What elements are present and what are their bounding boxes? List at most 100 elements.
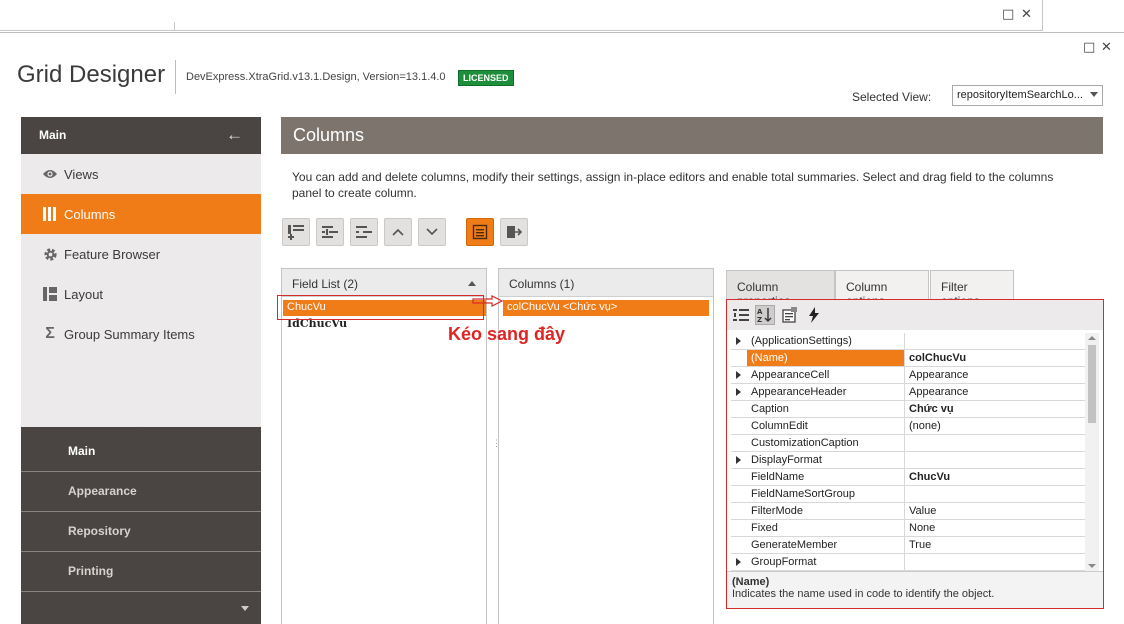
property-name[interactable]: GenerateMember: [747, 537, 905, 553]
property-row[interactable]: FilterMode Value: [731, 503, 1085, 520]
field-list-panel: Field List (2) ChucVu IdChucVu: [281, 268, 487, 624]
property-row[interactable]: DisplayFormat: [731, 452, 1085, 469]
scroll-down-icon[interactable]: [1088, 564, 1096, 568]
svg-text:A: A: [757, 308, 763, 316]
property-value[interactable]: [905, 554, 1085, 570]
categorized-button[interactable]: [731, 305, 751, 325]
property-value[interactable]: [905, 486, 1085, 502]
scroll-thumb[interactable]: [1088, 345, 1096, 423]
chevron-down-icon: [1090, 92, 1098, 97]
property-value[interactable]: (none): [905, 418, 1085, 434]
field-list-title: Field List (2): [292, 277, 359, 291]
row-gutter: [731, 469, 747, 485]
property-value[interactable]: [905, 435, 1085, 451]
add-column-icon: [288, 225, 304, 240]
property-scrollbar[interactable]: [1085, 333, 1099, 571]
property-value[interactable]: colChucVu: [905, 350, 1085, 366]
nav-item-layout[interactable]: Layout: [21, 274, 261, 314]
property-value[interactable]: Value: [905, 503, 1085, 519]
property-row[interactable]: Caption Chức vụ: [731, 401, 1085, 418]
app-title: Grid Designer: [17, 61, 166, 88]
events-button[interactable]: [804, 305, 824, 325]
scroll-up-icon[interactable]: [1088, 336, 1096, 340]
nav-item-group-summary-items[interactable]: Σ Group Summary Items: [21, 314, 261, 354]
property-name[interactable]: (ApplicationSettings): [747, 333, 905, 349]
property-row[interactable]: Fixed None: [731, 520, 1085, 537]
selected-view-combo[interactable]: repositoryItemSearchLo...: [952, 85, 1103, 106]
property-name[interactable]: FieldNameSortGroup: [747, 486, 905, 502]
arrow-left-icon[interactable]: ←: [226, 125, 243, 145]
property-value[interactable]: ChucVu: [905, 469, 1085, 485]
nav-group-repository[interactable]: Repository: [21, 512, 261, 552]
bg-restore-icon[interactable]: □: [1002, 7, 1014, 22]
columns-icon: [41, 206, 59, 222]
tab-filter-options[interactable]: Filter options: [930, 270, 1014, 308]
property-row[interactable]: AppearanceCell Appearance: [731, 367, 1085, 384]
move-down-button[interactable]: [418, 218, 446, 246]
nav-more[interactable]: [21, 592, 261, 624]
property-row[interactable]: (Name) colChucVu: [731, 350, 1085, 367]
property-name[interactable]: AppearanceHeader: [747, 384, 905, 400]
row-gutter: [731, 503, 747, 519]
property-name[interactable]: ColumnEdit: [747, 418, 905, 434]
nav-item-columns[interactable]: Columns: [21, 194, 261, 234]
property-value[interactable]: None: [905, 520, 1085, 536]
nav-group-appearance[interactable]: Appearance: [21, 472, 261, 512]
columns-panel: Columns (1) colChucVu <Chức vụ>: [498, 268, 714, 624]
property-name[interactable]: AppearanceCell: [747, 367, 905, 383]
property-value[interactable]: Appearance: [905, 384, 1085, 400]
property-value[interactable]: [905, 452, 1085, 468]
field-list-header[interactable]: Field List (2): [282, 269, 486, 297]
expand-icon[interactable]: [731, 384, 747, 400]
show-field-list-button[interactable]: [466, 218, 494, 246]
property-row[interactable]: FieldName ChucVu: [731, 469, 1085, 486]
row-gutter: [731, 435, 747, 451]
retrieve-fields-button[interactable]: [500, 218, 528, 246]
property-name[interactable]: Fixed: [747, 520, 905, 536]
assembly-version: DevExpress.XtraGrid.v13.1.Design, Versio…: [186, 71, 446, 83]
nav-item-views[interactable]: Views: [21, 154, 261, 194]
background-window: □ ✕: [0, 0, 1043, 31]
property-value[interactable]: [905, 333, 1085, 349]
chevron-right-icon: [736, 558, 741, 566]
property-name[interactable]: (Name): [747, 350, 905, 366]
panel-splitter[interactable]: ⋮: [492, 439, 501, 448]
expand-icon[interactable]: [731, 367, 747, 383]
property-name[interactable]: FilterMode: [747, 503, 905, 519]
property-value[interactable]: True: [905, 537, 1085, 553]
chevron-right-icon: [736, 371, 741, 379]
expand-icon[interactable]: [731, 333, 747, 349]
properties-button[interactable]: [780, 305, 800, 325]
expand-icon[interactable]: [731, 554, 747, 570]
property-name[interactable]: DisplayFormat: [747, 452, 905, 468]
move-up-button[interactable]: [384, 218, 412, 246]
property-row[interactable]: FieldNameSortGroup: [731, 486, 1085, 503]
remove-column-button[interactable]: [350, 218, 378, 246]
property-name[interactable]: CustomizationCaption: [747, 435, 905, 451]
property-value[interactable]: Chức vụ: [905, 401, 1085, 417]
property-value[interactable]: Appearance: [905, 367, 1085, 383]
nav-item-feature-browser[interactable]: Feature Browser: [21, 234, 261, 274]
property-row[interactable]: GroupFormat: [731, 554, 1085, 571]
chevron-up-icon: [392, 228, 404, 236]
property-name[interactable]: GroupFormat: [747, 554, 905, 570]
property-row[interactable]: CustomizationCaption: [731, 435, 1085, 452]
alphabetical-button[interactable]: AZ: [755, 305, 775, 325]
column-item-colchucvu[interactable]: colChucVu <Chức vụ>: [503, 300, 709, 316]
expand-icon[interactable]: [731, 452, 747, 468]
property-row[interactable]: ColumnEdit (none): [731, 418, 1085, 435]
tab-column-options[interactable]: Column options: [835, 270, 929, 308]
property-name[interactable]: Caption: [747, 401, 905, 417]
restore-icon[interactable]: □: [1083, 40, 1095, 55]
nav-group-main[interactable]: Main: [21, 432, 261, 472]
close-icon[interactable]: ✕: [1101, 40, 1112, 55]
property-row[interactable]: GenerateMember True: [731, 537, 1085, 554]
tab-column-properties[interactable]: Column properties: [726, 270, 835, 308]
bg-close-icon[interactable]: ✕: [1021, 7, 1032, 22]
nav-group-printing[interactable]: Printing: [21, 552, 261, 592]
property-row[interactable]: (ApplicationSettings): [731, 333, 1085, 350]
add-column-button[interactable]: [282, 218, 310, 246]
property-name[interactable]: FieldName: [747, 469, 905, 485]
property-row[interactable]: AppearanceHeader Appearance: [731, 384, 1085, 401]
insert-column-button[interactable]: [316, 218, 344, 246]
